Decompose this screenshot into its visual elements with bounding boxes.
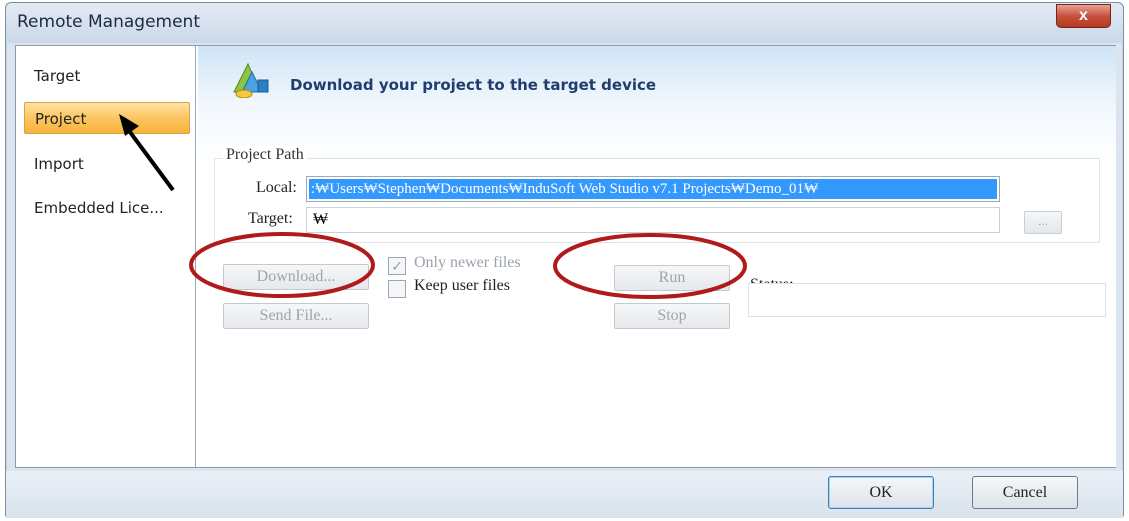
sidebar-item-import[interactable]: Import [24,148,190,180]
sidebar-item-embedded-license[interactable]: Embedded Lice... [24,192,190,224]
download-button[interactable]: Download... [223,264,369,290]
project-download-icon [233,62,269,98]
page-title: Download your project to the target devi… [290,76,657,94]
local-path-field[interactable]: :₩Users₩Stephen₩Documents₩InduSoft Web S… [306,176,1000,202]
sidebar-item-target[interactable]: Target [24,60,190,92]
cancel-button[interactable]: Cancel [972,476,1078,509]
keep-user-files-label: Keep user files [414,277,510,294]
remote-management-window: Remote Management x Target Project Impor… [5,2,1124,518]
only-newer-files-label: Only newer files [414,254,521,271]
project-panel: Download your project to the target devi… [198,46,1116,467]
local-label: Local: [256,179,297,196]
sidebar: Target Project Import Embedded Lice... [16,46,196,467]
browse-button[interactable]: ... [1024,211,1062,234]
status-box [748,283,1106,317]
keep-user-files-checkbox[interactable] [388,280,406,298]
local-path-selected-text: :₩Users₩Stephen₩Documents₩InduSoft Web S… [309,179,997,199]
send-file-button[interactable]: Send File... [223,303,369,329]
close-button[interactable]: x [1056,4,1111,28]
sidebar-item-project[interactable]: Project [24,102,190,134]
target-label: Target: [248,210,293,227]
ok-button[interactable]: OK [828,476,934,509]
title-bar[interactable]: Remote Management x [6,3,1123,43]
dialog-client-area: Target Project Import Embedded Lice... D… [15,45,1116,468]
window-title: Remote Management [17,12,200,32]
run-button[interactable]: Run [614,265,730,291]
project-path-legend: Project Path [223,146,307,164]
stop-button[interactable]: Stop [614,303,730,329]
dialog-footer [6,471,1123,518]
target-path-field[interactable]: ₩ [306,207,1000,233]
only-newer-files-checkbox[interactable]: ✓ [388,257,406,275]
